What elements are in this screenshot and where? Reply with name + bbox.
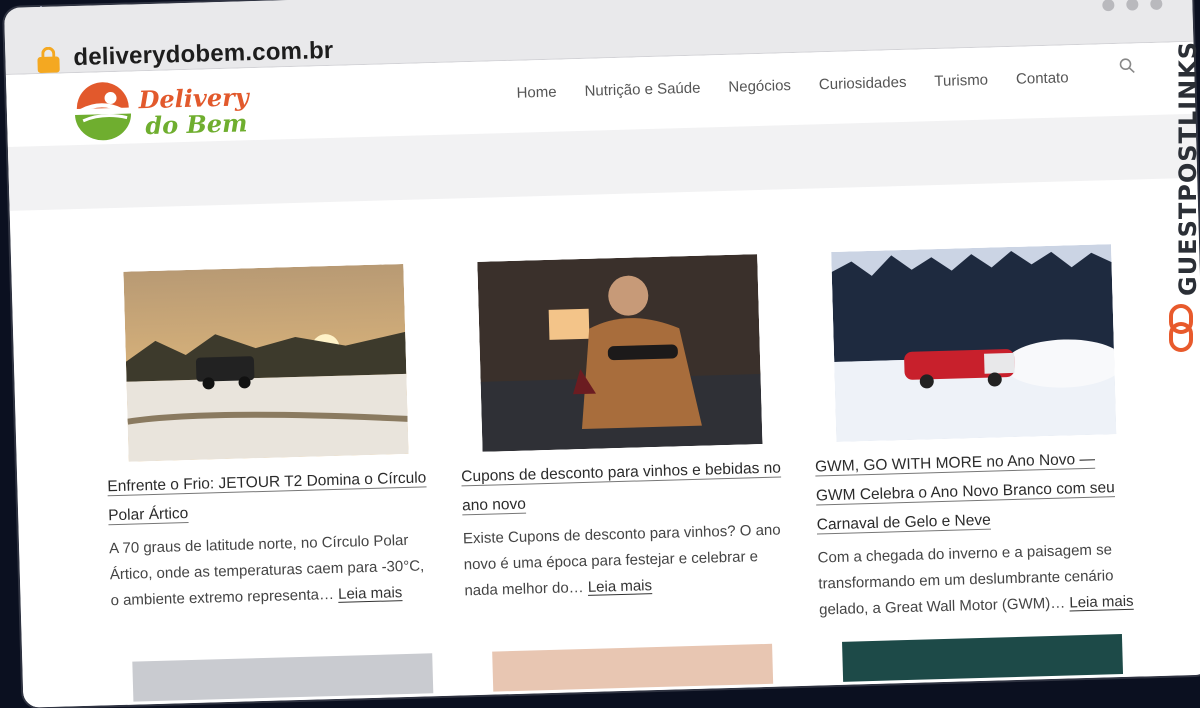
window-controls — [1102, 0, 1163, 12]
post-excerpt: Existe Cupons de desconto para vinhos? O… — [463, 517, 785, 604]
post-image[interactable] — [477, 254, 763, 452]
site-logo[interactable]: Delivery do Bem — [70, 76, 252, 143]
nav-nutricao[interactable]: Nutrição e Saúde — [584, 80, 700, 100]
post-card: Cupons de desconto para vinhos e bebidas… — [455, 254, 784, 605]
logo-text-line2: do Bem — [144, 108, 248, 141]
post-image-partial[interactable] — [132, 653, 434, 702]
read-more-link[interactable]: Leia mais — [588, 577, 653, 596]
read-more-link[interactable]: Leia mais — [338, 584, 403, 603]
read-more-link[interactable]: Leia mais — [1069, 593, 1134, 612]
window-dot-icon[interactable] — [1150, 0, 1163, 10]
post-card: GWM, GO WITH MORE no Ano Novo — GWM Cele… — [809, 244, 1139, 624]
lock-icon — [37, 46, 60, 74]
nav-curiosidades[interactable]: Curiosidades — [819, 74, 907, 93]
post-excerpt: A 70 graus de latitude norte, no Círculo… — [109, 527, 431, 614]
watermark-badge-text: GUESTPOSTLINKS — [1174, 40, 1200, 296]
search-icon[interactable] — [1119, 57, 1135, 74]
logo-mark-icon — [75, 82, 131, 141]
nav-home[interactable]: Home — [516, 84, 556, 102]
web-page: Delivery do Bem Home Nutrição e Saúde Ne… — [5, 41, 1200, 708]
nav-contato[interactable]: Contato — [1016, 69, 1069, 87]
post-image[interactable] — [123, 263, 409, 462]
post-image[interactable] — [831, 244, 1117, 442]
main-nav: Home Nutrição e Saúde Negócios Curiosida… — [516, 69, 1068, 101]
post-image-partial[interactable] — [492, 643, 774, 692]
window-dot-icon[interactable] — [1126, 0, 1139, 11]
post-title-link[interactable]: GWM, GO WITH MORE no Ano Novo — GWM Cele… — [815, 444, 1137, 540]
browser-window: deliverydobem.com.br Delivery do Bem Hom… — [4, 0, 1200, 708]
post-excerpt: Com a chegada do inverno e a paisagem se… — [817, 537, 1139, 624]
nav-turismo[interactable]: Turismo — [934, 72, 988, 90]
post-image-partial[interactable] — [842, 634, 1124, 682]
post-card: Enfrente o Frio: JETOUR T2 Domina o Círc… — [101, 263, 430, 614]
post-title-link[interactable]: Cupons de desconto para vinhos e bebidas… — [461, 453, 782, 520]
nav-negocios[interactable]: Negócios — [728, 77, 791, 96]
window-dot-icon[interactable] — [1102, 0, 1115, 12]
post-title-link[interactable]: Enfrente o Frio: JETOUR T2 Domina o Círc… — [107, 463, 428, 530]
link-chain-icon — [1169, 304, 1193, 352]
